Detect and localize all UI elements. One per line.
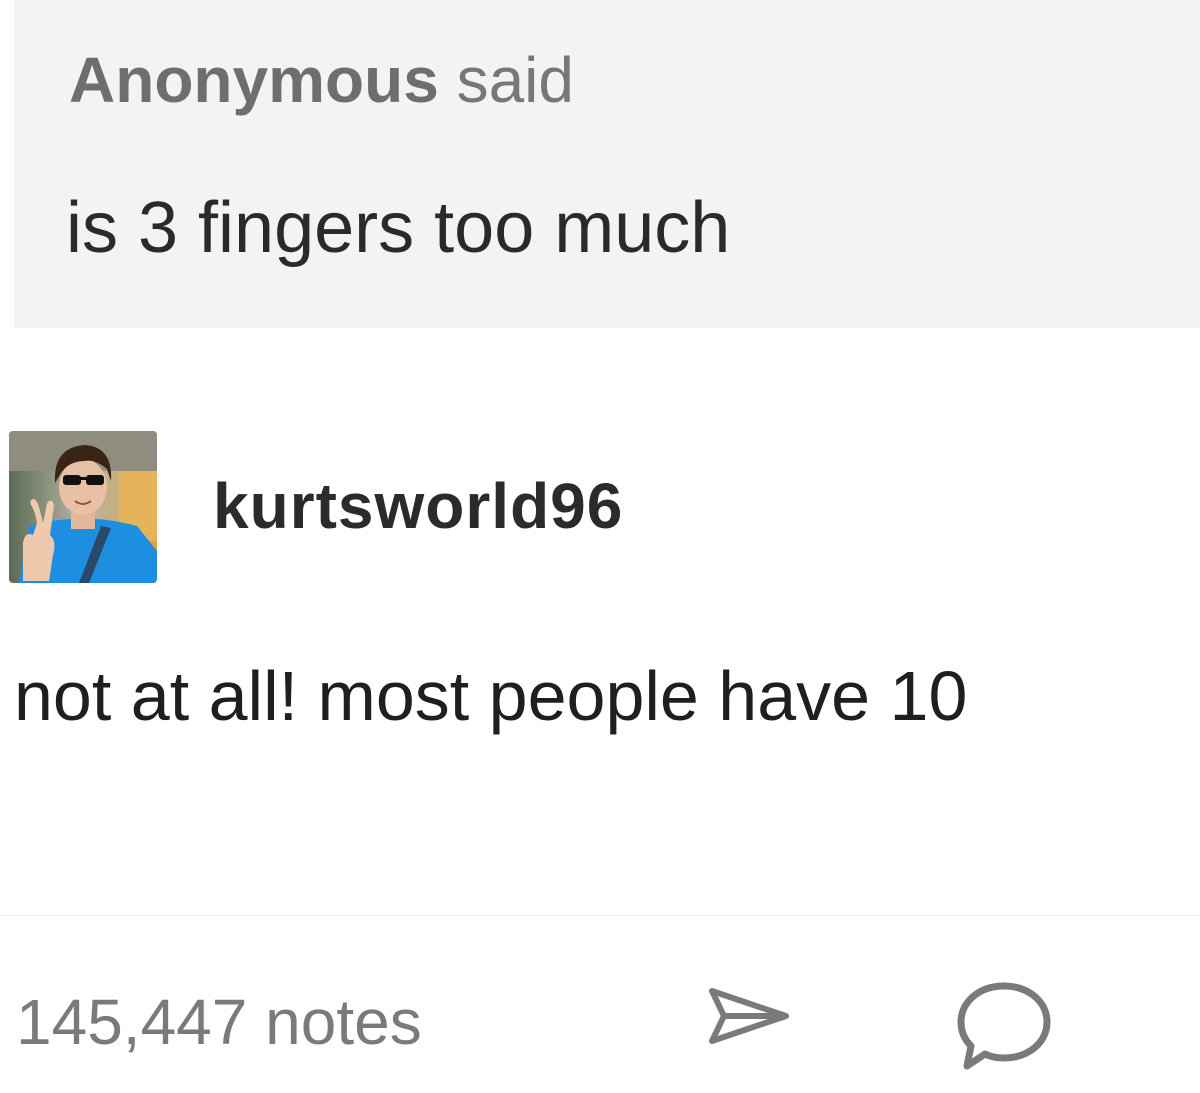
ask-question: is 3 fingers too much <box>66 188 731 268</box>
answer-text: not at all! most people have 10 <box>14 657 968 735</box>
share-arrow-icon[interactable] <box>706 985 792 1047</box>
avatar[interactable] <box>9 431 157 583</box>
ask-header: Anonymous said <box>69 48 574 112</box>
avatar-photo <box>9 431 157 583</box>
notes-count[interactable]: 145,447 notes <box>16 990 422 1054</box>
speech-bubble-icon[interactable] <box>955 980 1053 1072</box>
asker-name: Anonymous <box>69 44 439 116</box>
footer-divider <box>0 915 1200 916</box>
ask-box: Anonymous said is 3 fingers too much <box>14 0 1200 328</box>
ask-said-label: said <box>438 44 574 116</box>
username[interactable]: kurtsworld96 <box>213 474 623 538</box>
